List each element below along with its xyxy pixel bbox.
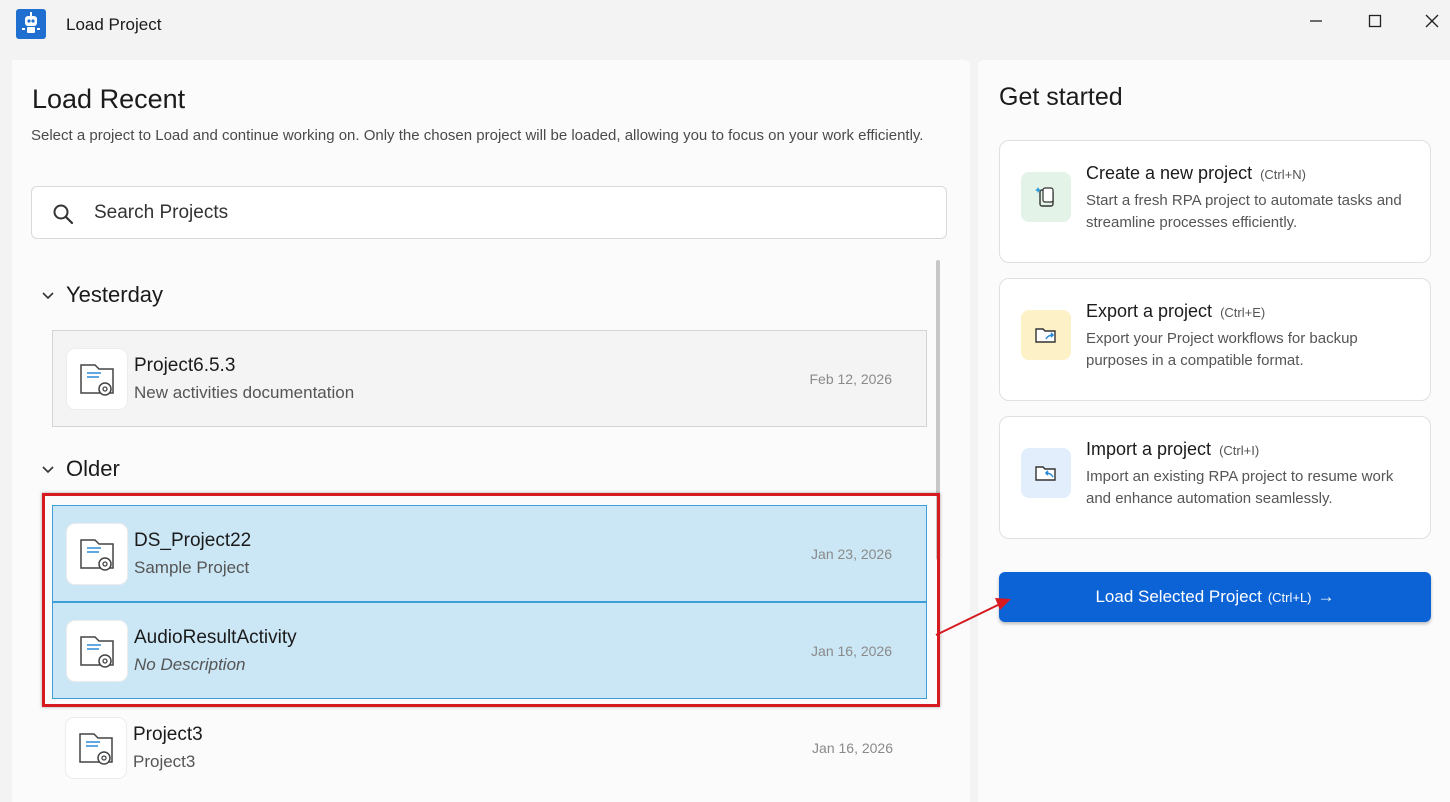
project-name: Project3 <box>133 724 203 745</box>
search-box <box>31 186 947 239</box>
card-description: Import an existing RPA project to resume… <box>1086 468 1394 507</box>
minimize-button[interactable] <box>1296 8 1336 34</box>
shortcut-hint: (Ctrl+L) <box>1267 590 1312 605</box>
project-date: Jan 23, 2026 <box>811 546 892 562</box>
project-description: Sample Project <box>134 558 250 577</box>
list-item[interactable]: DS_Project22 Sample Project Jan 23, 2026 <box>52 505 927 602</box>
project-date: Jan 16, 2026 <box>811 643 892 659</box>
project-name: Project6.5.3 <box>134 355 236 376</box>
project-name: DS_Project22 <box>134 530 252 551</box>
project-name: AudioResultActivity <box>134 627 297 648</box>
list-item[interactable]: Project6.5.3 New activities documentatio… <box>52 330 927 427</box>
card-title: Import a project (Ctrl+I) <box>1086 439 1260 459</box>
load-button-label: Load Selected Project <box>1095 587 1262 606</box>
project-date: Feb 12, 2026 <box>809 371 892 387</box>
import-project-card[interactable]: Import a project (Ctrl+I) Import an exist… <box>999 416 1431 539</box>
load-recent-panel: Load Recent Select a project to Load and… <box>12 60 970 802</box>
new-project-icon <box>1021 172 1071 222</box>
import-folder-icon <box>1021 448 1071 498</box>
project-file-gear-icon <box>66 718 126 778</box>
export-folder-icon <box>1021 310 1071 360</box>
project-description: Project3 <box>133 752 196 771</box>
shortcut-hint: (Ctrl+E) <box>1220 305 1266 320</box>
arrow-right-icon: → <box>1317 587 1335 606</box>
project-file-gear-icon <box>67 349 127 409</box>
export-project-card[interactable]: Export a project (Ctrl+E) Export your Pro… <box>999 278 1431 401</box>
card-description: Export your Project workflows for backup… <box>1086 330 1358 369</box>
project-file-gear-icon <box>67 621 127 681</box>
card-description: Start a fresh RPA project to automate ta… <box>1086 192 1402 231</box>
list-item[interactable]: Project3 Project3 Jan 16, 2026 <box>52 700 927 797</box>
card-title: Create a new project (Ctrl+N) <box>1086 163 1306 183</box>
project-description: New activities documentation <box>134 383 355 402</box>
maximize-button[interactable] <box>1355 8 1395 34</box>
list-scrollbar[interactable] <box>936 260 940 560</box>
load-recent-heading: Load Recent <box>32 84 186 114</box>
get-started-panel: Get started Create a new project (Ctrl+N)… <box>978 60 1450 802</box>
card-title: Export a project (Ctrl+E) <box>1086 301 1266 321</box>
search-icon <box>52 203 74 230</box>
get-started-heading: Get started <box>999 83 1123 111</box>
robot-app-icon <box>16 9 46 39</box>
shortcut-hint: (Ctrl+N) <box>1260 167 1306 182</box>
group-label: Yesterday <box>66 282 164 307</box>
window-title: Load Project <box>66 15 162 34</box>
load-selected-project-button[interactable]: Load Selected Project (Ctrl+L) → <box>999 572 1431 622</box>
close-button[interactable] <box>1412 8 1450 34</box>
chevron-down-icon <box>40 462 56 483</box>
project-date: Jan 16, 2026 <box>812 740 893 756</box>
project-file-gear-icon <box>67 524 127 584</box>
shortcut-hint: (Ctrl+I) <box>1219 443 1260 458</box>
load-recent-subtitle: Select a project to Load and continue wo… <box>31 127 924 144</box>
project-description: No Description <box>134 655 246 674</box>
group-label: Older <box>66 456 120 481</box>
create-project-card[interactable]: Create a new project (Ctrl+N) Start a fre… <box>999 140 1431 263</box>
list-item[interactable]: AudioResultActivity No Description Jan 1… <box>52 602 927 699</box>
search-input[interactable] <box>94 187 914 238</box>
project-list: Yesterday Project6.5.3 New activities do… <box>12 260 970 802</box>
chevron-down-icon <box>40 288 56 309</box>
title-bar: Load Project <box>0 0 1450 50</box>
